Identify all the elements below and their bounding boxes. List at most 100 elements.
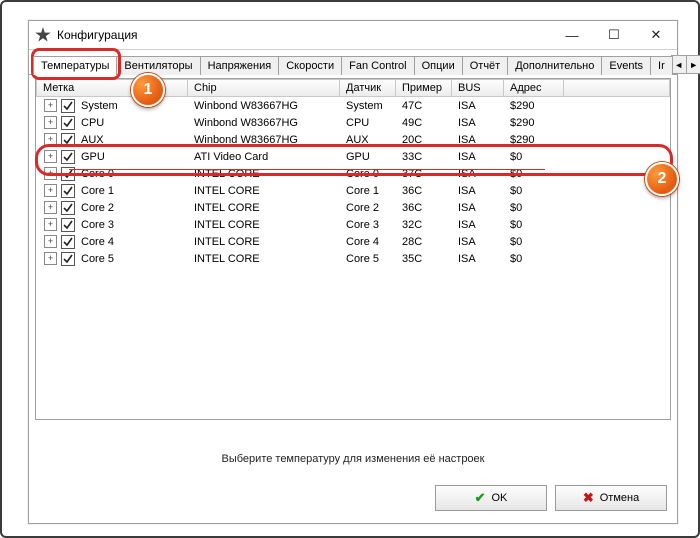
tab-scroll: ◄ ► [672, 55, 700, 74]
row-chip: ATI Video Card [188, 151, 340, 163]
row-sample: 36C [396, 202, 452, 214]
row-chip: Winbond W83667HG [188, 100, 340, 112]
row-label: CPU [81, 117, 104, 129]
strike-above [69, 145, 545, 146]
ok-button[interactable]: ✔ OK [435, 485, 547, 511]
row-label: AUX [81, 134, 104, 146]
row-sample: 33C [396, 151, 452, 163]
col-filler [564, 79, 670, 97]
expand-icon[interactable]: + [44, 150, 57, 163]
row-sensor: AUX [340, 134, 396, 146]
row-sample: 28C [396, 236, 452, 248]
tab-дополнительно[interactable]: Дополнительно [507, 56, 602, 75]
checkbox[interactable] [61, 235, 75, 249]
window-title: Конфигурация [57, 28, 551, 42]
row-bus: ISA [452, 134, 504, 146]
table-row[interactable]: +SystemWinbond W83667HGSystem47CISA$290 [36, 97, 670, 114]
checkbox[interactable] [61, 116, 75, 130]
expand-icon[interactable]: + [44, 184, 57, 197]
col-sample[interactable]: Пример [396, 79, 452, 97]
tab-events[interactable]: Events [601, 56, 651, 75]
table-row[interactable]: +GPUATI Video CardGPU33CISA$0 [36, 148, 670, 165]
row-sample: 36C [396, 185, 452, 197]
col-chip[interactable]: Chip [188, 79, 340, 97]
tab-ir[interactable]: Ir [650, 56, 673, 75]
expand-icon[interactable]: + [44, 133, 57, 146]
row-chip: INTEL CORE [188, 185, 340, 197]
row-sensor: Core 2 [340, 202, 396, 214]
minimize-button[interactable]: — [551, 21, 593, 49]
tab-content: Метка Chip Датчик Пример BUS Адрес + Syst… [29, 75, 677, 420]
tab-отчёт[interactable]: Отчёт [462, 56, 508, 75]
table-row[interactable]: +Core 0INTEL CORECore 037CISA$0 [36, 165, 670, 182]
row-sample: 49C [396, 117, 452, 129]
tab-опции[interactable]: Опции [414, 56, 463, 75]
row-chip: INTEL CORE [188, 219, 340, 231]
row-bus: ISA [452, 100, 504, 112]
screenshot-frame: Конфигурация — ☐ ✕ ТемпературыВентилятор… [0, 0, 700, 538]
expand-icon[interactable]: + [44, 167, 57, 180]
row-chip: Winbond W83667HG [188, 117, 340, 129]
row-sample: 35C [396, 253, 452, 265]
table-row[interactable]: +Core 5INTEL CORECore 535CISA$0 [36, 250, 670, 267]
badge-1: 1 [131, 73, 165, 107]
maximize-button[interactable]: ☐ [593, 21, 635, 49]
expand-icon[interactable]: + [44, 201, 57, 214]
row-sensor: Core 3 [340, 219, 396, 231]
checkbox[interactable] [61, 184, 75, 198]
table-row[interactable]: +Core 3INTEL CORECore 332CISA$0 [36, 216, 670, 233]
ok-label: OK [492, 492, 508, 504]
row-sensor: CPU [340, 117, 396, 129]
tab-напряжения[interactable]: Напряжения [200, 56, 280, 75]
config-window: Конфигурация — ☐ ✕ ТемпературыВентилятор… [28, 20, 678, 524]
table-row[interactable]: +Core 1INTEL CORECore 136CISA$0 [36, 182, 670, 199]
expand-icon[interactable]: + [44, 218, 57, 231]
close-button[interactable]: ✕ [635, 21, 677, 49]
expand-icon[interactable]: + [44, 252, 57, 265]
row-label: Core 1 [81, 185, 114, 197]
row-label: Core 3 [81, 219, 114, 231]
tab-температуры[interactable]: Температуры [33, 56, 117, 75]
expand-icon[interactable]: + [44, 235, 57, 248]
col-sensor[interactable]: Датчик [340, 79, 396, 97]
row-label: Core 5 [81, 253, 114, 265]
row-addr: $290 [504, 100, 564, 112]
row-sample: 47C [396, 100, 452, 112]
row-label: GPU [81, 151, 105, 163]
cancel-button[interactable]: ✖ Отмена [555, 485, 667, 511]
checkbox[interactable] [61, 201, 75, 215]
row-bus: ISA [452, 117, 504, 129]
table-row[interactable]: +Core 2INTEL CORECore 236CISA$0 [36, 199, 670, 216]
checkbox[interactable] [61, 99, 75, 113]
dialog-buttons: ✔ OK ✖ Отмена [435, 485, 667, 511]
col-bus[interactable]: BUS [452, 79, 504, 97]
rows-container: +SystemWinbond W83667HGSystem47CISA$290+… [36, 97, 670, 267]
strike-below [69, 169, 545, 170]
row-chip: INTEL CORE [188, 236, 340, 248]
expand-icon[interactable]: + [44, 116, 57, 129]
checkbox[interactable] [61, 150, 75, 164]
table-row[interactable]: +Core 4INTEL CORECore 428CISA$0 [36, 233, 670, 250]
row-addr: $0 [504, 219, 564, 231]
badge-2: 2 [645, 162, 679, 196]
checkbox[interactable] [61, 218, 75, 232]
tab-scroll-right[interactable]: ► [686, 55, 700, 74]
tab-scroll-left[interactable]: ◄ [671, 55, 687, 74]
app-icon [35, 27, 51, 43]
row-bus: ISA [452, 185, 504, 197]
expand-icon[interactable]: + [44, 99, 57, 112]
tab-fan control[interactable]: Fan Control [341, 56, 414, 75]
col-label[interactable]: Метка [36, 79, 188, 97]
tab-вентиляторы[interactable]: Вентиляторы [116, 56, 200, 75]
table-row[interactable]: +CPUWinbond W83667HGCPU49CISA$290 [36, 114, 670, 131]
row-addr: $290 [504, 117, 564, 129]
check-icon: ✔ [475, 490, 486, 506]
col-addr[interactable]: Адрес [504, 79, 564, 97]
row-sensor: System [340, 100, 396, 112]
window-controls: — ☐ ✕ [551, 21, 677, 49]
row-sample: 20C [396, 134, 452, 146]
row-bus: ISA [452, 253, 504, 265]
checkbox[interactable] [61, 252, 75, 266]
cross-icon: ✖ [583, 490, 594, 506]
tab-скорости[interactable]: Скорости [278, 56, 342, 75]
